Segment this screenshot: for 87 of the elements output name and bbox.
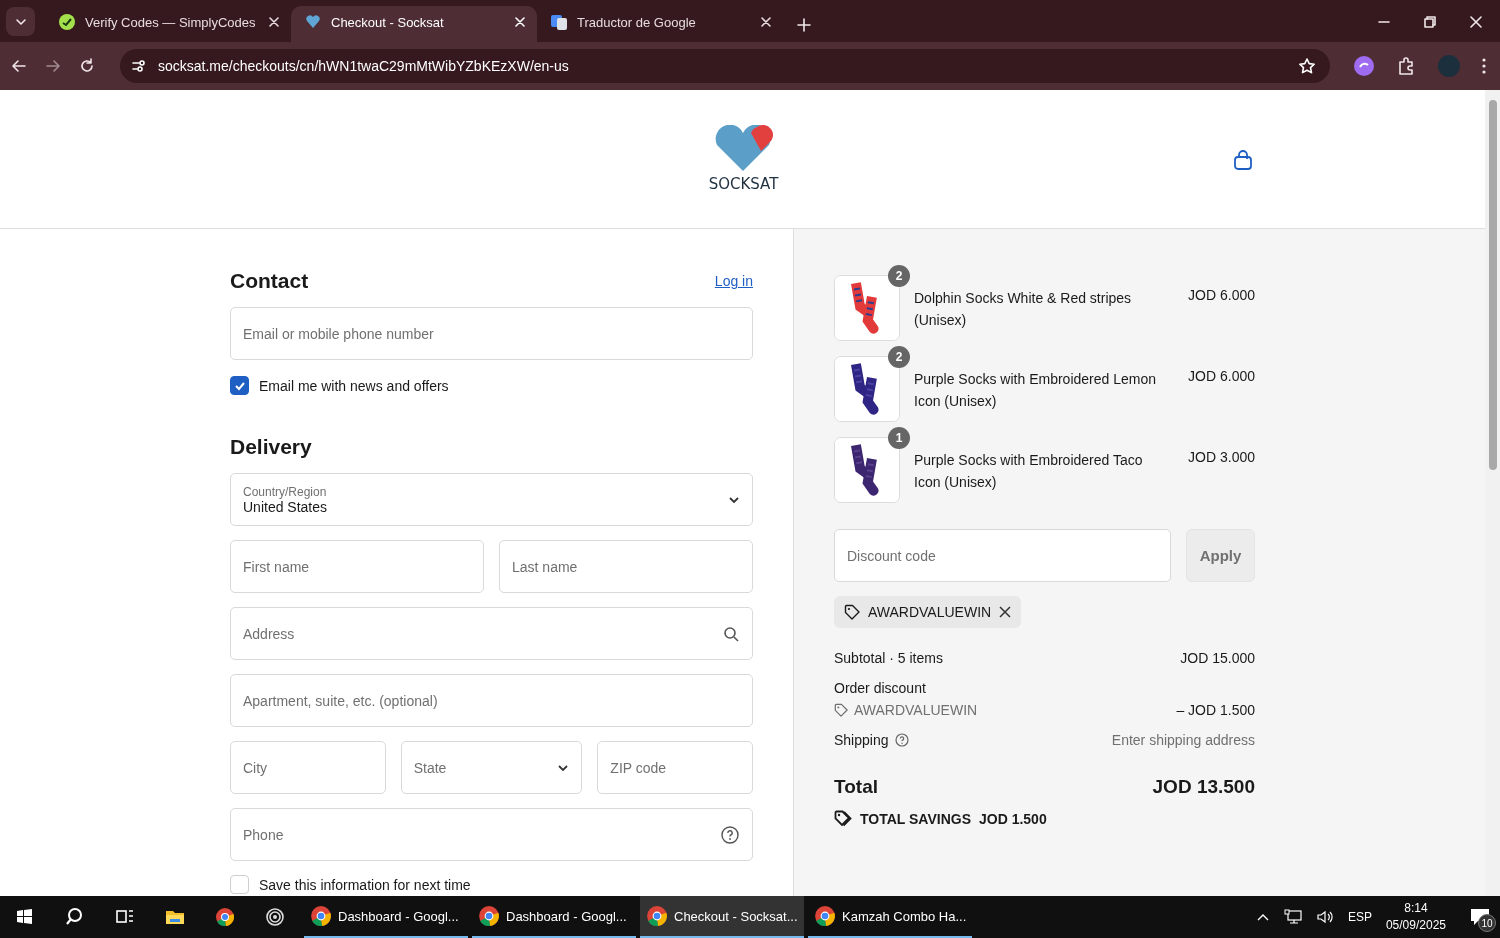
input-field[interactable]: Apartment, suite, etc. (optional) (230, 674, 753, 727)
product-price: JOD 6.000 (1188, 286, 1255, 303)
product-name: Purple Socks with Embroidered Lemon Icon (Unisex) (913, 370, 1157, 411)
checkbox[interactable] (230, 376, 249, 395)
quantity-badge: 1 (888, 427, 910, 449)
discount-tag[interactable]: AWARDVALUEWIN (834, 596, 1022, 628)
reload-icon[interactable] (78, 57, 96, 75)
chrome-icon (646, 905, 668, 927)
total-label: Total (834, 776, 878, 798)
discount-code: AWARDVALUEWIN (854, 702, 978, 718)
summary-value: JOD 15.000 (1180, 650, 1255, 666)
browser-tab[interactable]: Verify Codes — SimplyCodes (45, 6, 291, 42)
puzzle-icon[interactable] (1396, 56, 1416, 76)
dropdown-field[interactable]: Country/Region United States (230, 473, 753, 526)
clock-time[interactable]: 8:14 (1404, 900, 1428, 917)
dropdown-field[interactable]: State (400, 741, 583, 794)
scrollbar[interactable] (1485, 90, 1500, 896)
product-name: Purple Socks with Embroidered Taco Icon (Unisex) (913, 451, 1144, 492)
plus-icon[interactable] (797, 18, 811, 32)
phone-field[interactable]: Phone (230, 808, 753, 861)
windows-start-icon[interactable] (15, 907, 35, 927)
extension-icon[interactable] (1354, 56, 1374, 76)
taskbar-window[interactable]: Checkout - Socksat... (640, 896, 804, 938)
savings-value: JOD 1.500 (979, 811, 1047, 827)
logo-text: SOCKSAT (708, 175, 779, 193)
input-field[interactable]: ZIP code (597, 741, 753, 794)
tag-icon (844, 604, 860, 620)
product-price: JOD 6.000 (1188, 367, 1255, 384)
summary-value: – JOD 1.500 (1176, 702, 1255, 718)
total-value: JOD 13.500 (1152, 776, 1255, 798)
input-field[interactable]: City (230, 741, 386, 794)
chrome-icon (310, 905, 332, 927)
chrome-icon (478, 905, 500, 927)
tag-icon (834, 703, 848, 717)
clock-date[interactable]: 05/09/2025 (1385, 917, 1446, 934)
product-price: JOD 3.000 (1188, 448, 1255, 465)
savings-label: TOTAL SAVINGS (860, 811, 971, 827)
star-icon[interactable] (1298, 57, 1316, 75)
quantity-badge: 2 (888, 265, 910, 287)
input-field[interactable]: First name (230, 540, 484, 593)
address-bar[interactable]: socksat.me/checkouts/cn/hWN1twaC29mMtWibYZbKEzXW/en-us (120, 49, 1330, 83)
login-link[interactable]: Log in (714, 273, 753, 289)
checkbox-label: Save this information for next time (259, 876, 471, 893)
checkbox-label: Email me with news and offers (259, 377, 449, 394)
heart-icon (305, 14, 321, 30)
site-settings-icon[interactable] (130, 57, 148, 75)
product-name: Dolphin Socks White & Red stripes (Unisex) (913, 289, 1133, 330)
tags-icon (834, 810, 852, 828)
section-heading: Delivery (230, 435, 312, 459)
taskbar-window[interactable]: Kamzah Combo Ha... (808, 896, 972, 938)
help-icon[interactable] (894, 733, 909, 747)
input-field[interactable]: Last name (499, 540, 753, 593)
help-icon[interactable] (721, 825, 739, 844)
target-icon[interactable] (265, 907, 285, 927)
language-indicator[interactable]: ESP (1347, 910, 1372, 924)
section-heading: Contact (230, 269, 309, 293)
shopping-bag-icon[interactable] (1233, 148, 1253, 170)
heart-logo-icon (713, 125, 774, 173)
browser-tab[interactable]: Traductor de Google (537, 6, 783, 42)
taskbar-window[interactable]: Dashboard - Googl... (304, 896, 468, 938)
volume-icon[interactable] (1315, 909, 1334, 925)
address-field[interactable]: Address (230, 607, 753, 660)
chrome-icon[interactable] (215, 907, 235, 927)
network-icon[interactable] (1283, 909, 1302, 925)
tab-search-button[interactable] (6, 7, 35, 36)
taskbar-window[interactable]: Dashboard - Googl... (472, 896, 636, 938)
forward-icon[interactable] (44, 57, 62, 75)
apply-button[interactable]: Apply (1186, 529, 1255, 582)
close-icon[interactable] (999, 606, 1012, 618)
notification-count: 10 (1478, 914, 1496, 932)
check-circle-icon (59, 14, 75, 30)
back-icon[interactable] (10, 57, 28, 75)
restore-icon[interactable] (1422, 14, 1438, 30)
close-icon[interactable] (1468, 14, 1484, 30)
summary-label: Subtotal · 5 items (834, 650, 943, 666)
summary-label: Order discount (834, 680, 926, 696)
translate-icon (551, 14, 567, 30)
summary-label: Shipping (834, 732, 889, 748)
chrome-icon (814, 905, 836, 927)
search-icon[interactable] (723, 625, 739, 642)
email-field[interactable]: Email or mobile phone number (230, 307, 753, 360)
more-icon[interactable] (1482, 58, 1486, 74)
discount-code-field[interactable]: Discount code (834, 529, 1171, 582)
summary-value: Enter shipping address (1111, 732, 1255, 748)
browser-tab[interactable]: Checkout - Socksat (291, 6, 537, 42)
search-icon[interactable] (65, 907, 85, 927)
quantity-badge: 2 (888, 346, 910, 368)
